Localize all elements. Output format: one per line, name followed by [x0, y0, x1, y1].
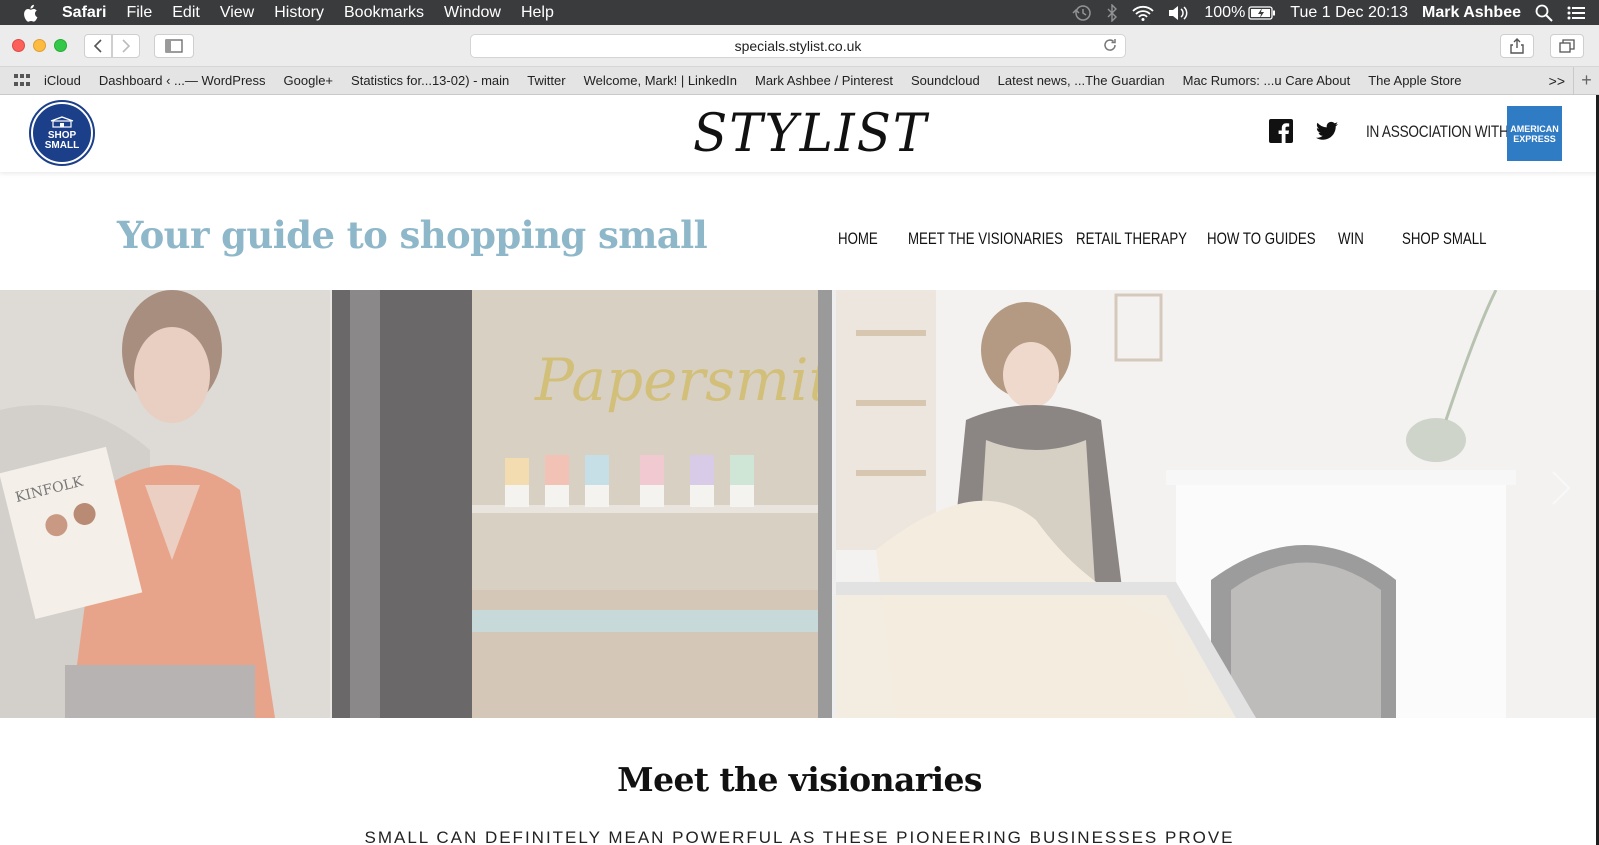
menu-edit[interactable]: Edit: [172, 4, 200, 22]
stylist-logo[interactable]: STYLIST: [693, 104, 926, 163]
url-text: specials.stylist.co.uk: [734, 38, 862, 54]
bookmark-item[interactable]: Mark Ashbee / Pinterest: [755, 73, 893, 88]
section-subtitle: SMALL CAN DEFINITELY MEAN POWERFUL AS TH…: [364, 828, 1235, 845]
clock[interactable]: Tue 1 Dec 20:13: [1290, 4, 1408, 22]
facebook-icon[interactable]: [1269, 119, 1293, 143]
battery-percent: 100%: [1204, 3, 1246, 21]
american-express-logo[interactable]: AMERICAN EXPRESS: [1507, 106, 1562, 161]
nav-retail-therapy-label: RETAIL THERAPY: [1076, 229, 1188, 248]
nav-win[interactable]: WIN: [1338, 229, 1388, 249]
shop-small-badge[interactable]: SHOP SMALL: [29, 100, 95, 166]
bookmark-item[interactable]: Soundcloud: [911, 73, 980, 88]
safari-toolbar: specials.stylist.co.uk: [0, 25, 1599, 67]
spotlight-icon[interactable]: [1535, 4, 1553, 22]
reload-icon[interactable]: [1103, 38, 1117, 56]
chevron-left-icon: [93, 39, 102, 53]
fullscreen-window-button[interactable]: [54, 39, 67, 52]
badge-line-1: SHOP: [47, 129, 77, 141]
bookmark-item[interactable]: iCloud: [44, 73, 81, 88]
menu-bookmarks[interactable]: Bookmarks: [344, 4, 424, 22]
section-title: Meet the visionaries: [617, 760, 982, 799]
address-bar[interactable]: specials.stylist.co.uk: [470, 34, 1126, 58]
time-machine-icon[interactable]: [1072, 4, 1092, 22]
nav-how-to-guides[interactable]: HOW TO GUIDES: [1207, 229, 1316, 249]
association-text: IN ASSOCIATION WITH: [1366, 122, 1509, 141]
site-tagline: Your guide to shopping small: [117, 213, 708, 257]
new-tab-button[interactable]: +: [1573, 66, 1599, 95]
web-page: SHOP SMALL STYLIST IN ASSOCIATION WITH A…: [0, 95, 1599, 845]
volume-icon[interactable]: [1168, 5, 1190, 21]
nav-how-to-guides-label: HOW TO GUIDES: [1207, 229, 1316, 248]
user-name[interactable]: Mark Ashbee: [1422, 4, 1521, 22]
hero-image-papersmiths-shop: Papersmiths KINFOLK: [0, 290, 832, 718]
sidebar-icon: [165, 39, 183, 53]
forward-button[interactable]: [112, 34, 140, 58]
menu-app-safari[interactable]: Safari: [62, 4, 106, 22]
sidebar-toggle-button[interactable]: [154, 34, 194, 58]
menu-bar: Safari File Edit View History Bookmarks …: [0, 0, 1599, 25]
amex-line-2: EXPRESS: [1513, 133, 1556, 144]
nav-shop-small-label: SHOP SMALL: [1402, 229, 1487, 248]
bookmark-item[interactable]: Statistics for...13-02) - main: [351, 73, 509, 88]
nav-win-label: WIN: [1338, 229, 1364, 248]
close-window-button[interactable]: [12, 39, 25, 52]
menu-file[interactable]: File: [126, 4, 152, 22]
share-icon: [1510, 38, 1524, 54]
tabs-icon: [1559, 39, 1575, 53]
bluetooth-icon[interactable]: [1106, 3, 1118, 22]
nav-retail-therapy[interactable]: RETAIL THERAPY: [1076, 229, 1187, 249]
storefront-icon: [50, 115, 74, 128]
top-sites-icon[interactable]: [14, 73, 32, 88]
nav-visionaries-label: MEET THE VISIONARIES: [908, 229, 1063, 248]
bookmark-item[interactable]: Mac Rumors: ...u Care About: [1183, 73, 1351, 88]
bookmark-item[interactable]: Welcome, Mark! | LinkedIn: [584, 73, 737, 88]
nav-home[interactable]: HOME: [838, 229, 893, 249]
site-header: SHOP SMALL STYLIST IN ASSOCIATION WITH A…: [0, 95, 1599, 172]
main-navigation: HOME MEET THE VISIONARIES RETAIL THERAPY…: [838, 229, 1502, 249]
battery-status[interactable]: 100%: [1204, 4, 1276, 22]
bookmark-item[interactable]: Latest news, ...The Guardian: [998, 73, 1165, 88]
notification-center-icon[interactable]: [1567, 6, 1585, 20]
nav-home-label: HOME: [838, 229, 878, 248]
minimize-window-button[interactable]: [33, 39, 46, 52]
hero-sign-text: Papersmiths: [534, 346, 832, 414]
twitter-icon[interactable]: [1315, 119, 1339, 143]
bookmark-item[interactable]: The Apple Store: [1368, 73, 1461, 88]
chevron-right-icon: [122, 39, 131, 53]
share-button[interactable]: [1500, 34, 1534, 58]
apple-icon[interactable]: [22, 4, 42, 22]
bookmark-item[interactable]: Google+: [284, 73, 334, 88]
hero-carousel[interactable]: Papersmiths KINFOLK: [0, 290, 1599, 718]
menu-history[interactable]: History: [274, 4, 324, 22]
show-tabs-button[interactable]: [1550, 34, 1584, 58]
nav-meet-the-visionaries[interactable]: MEET THE VISIONARIES: [908, 229, 1063, 249]
carousel-next-arrow-icon[interactable]: [1551, 470, 1571, 506]
hero-image-seamstress: [836, 290, 1599, 718]
nav-shop-small[interactable]: SHOP SMALL: [1402, 229, 1487, 249]
back-button[interactable]: [84, 34, 112, 58]
menu-view[interactable]: View: [220, 4, 254, 22]
menu-help[interactable]: Help: [521, 4, 554, 22]
battery-icon: [1248, 5, 1276, 20]
bookmark-item[interactable]: Twitter: [527, 73, 565, 88]
menu-window[interactable]: Window: [444, 4, 501, 22]
amex-line-1: AMERICAN: [1510, 123, 1559, 134]
bookmarks-bar: iCloud Dashboard ‹ ...— WordPress Google…: [0, 66, 1599, 95]
bookmarks-overflow-button[interactable]: >>: [1549, 73, 1565, 89]
badge-line-2: SMALL: [44, 139, 80, 151]
wifi-icon[interactable]: [1132, 5, 1155, 21]
bookmark-item[interactable]: Dashboard ‹ ...— WordPress: [99, 73, 266, 88]
